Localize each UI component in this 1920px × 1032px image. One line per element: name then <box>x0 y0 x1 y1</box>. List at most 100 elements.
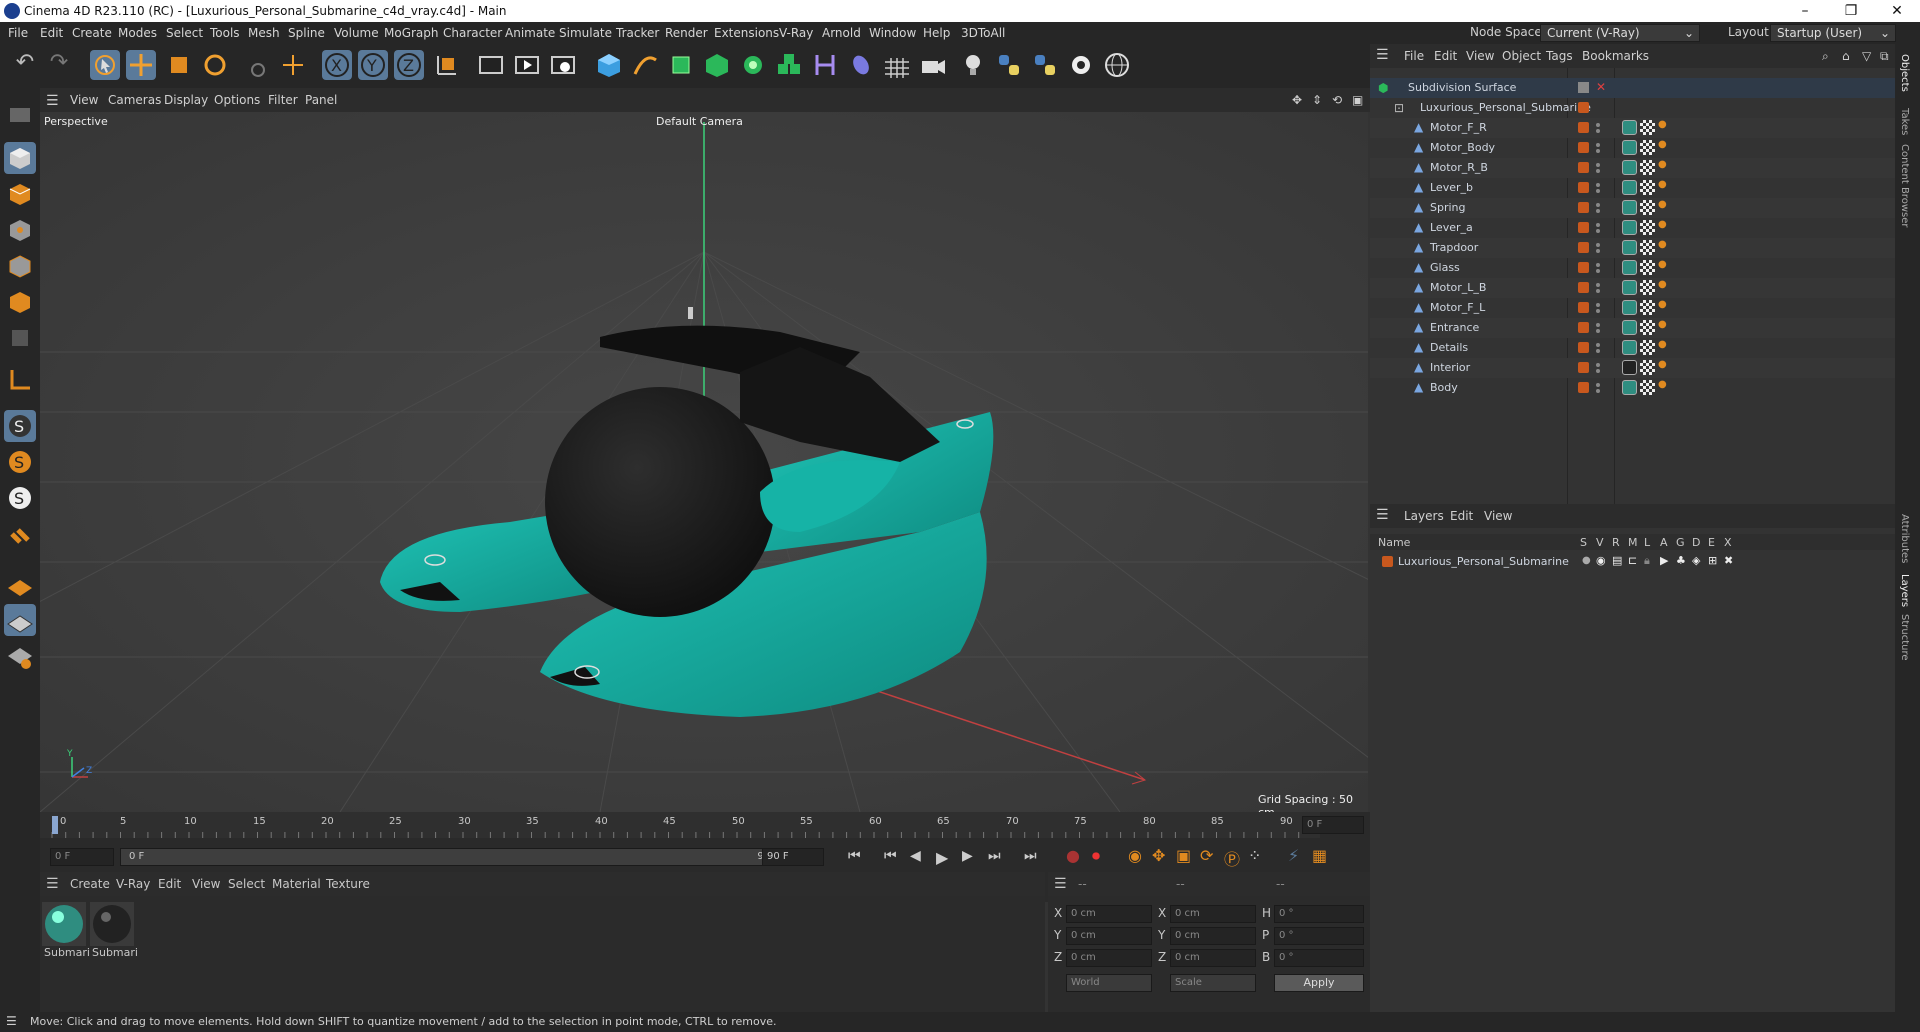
layer-color-swatch[interactable] <box>1578 282 1589 293</box>
hamburger-icon[interactable]: ☰ <box>6 1014 17 1028</box>
editor-visibility-dot[interactable] <box>1596 383 1600 387</box>
rotation-p-field[interactable]: 0 ° <box>1274 927 1364 945</box>
selection-tag-icon[interactable]: ● <box>1658 159 1667 170</box>
material-tag-icon[interactable] <box>1622 180 1637 195</box>
menu-simulate[interactable]: Simulate <box>559 26 612 40</box>
object-row-group[interactable]: ⊡ Luxurious_Personal_Submarine <box>1370 98 1895 118</box>
mat-menu-edit[interactable]: Edit <box>158 877 181 891</box>
solo-icon[interactable]: ● <box>1582 555 1591 566</box>
uvw-tag-icon[interactable] <box>1640 300 1655 315</box>
selection-tag-icon[interactable]: ● <box>1658 199 1667 210</box>
filter-icon[interactable]: ▽ <box>1862 49 1871 63</box>
camera-icon[interactable] <box>918 50 948 80</box>
key-param-icon[interactable]: Ⓟ <box>1224 846 1240 870</box>
menu-vray[interactable]: V-Ray <box>779 26 813 40</box>
render-visibility-dot[interactable] <box>1596 249 1600 253</box>
layer-color-swatch[interactable] <box>1578 322 1589 333</box>
render-settings-icon[interactable] <box>548 50 578 80</box>
polygons-mode-icon[interactable] <box>4 286 36 318</box>
layer-color-swatch[interactable] <box>1578 182 1589 193</box>
menu-3dtoall[interactable]: 3DToAll <box>961 26 1005 40</box>
editor-visibility-dot[interactable] <box>1596 183 1600 187</box>
obj-menu-edit[interactable]: Edit <box>1434 49 1457 63</box>
maximize-view-icon[interactable]: ▣ <box>1352 93 1363 107</box>
vp-menu-display[interactable]: Display <box>164 93 208 107</box>
selection-tag-icon[interactable]: ● <box>1658 299 1667 310</box>
render-visibility-dot[interactable] <box>1596 369 1600 373</box>
hamburger-icon[interactable]: ☰ <box>1054 876 1067 892</box>
menu-tools[interactable]: Tools <box>210 26 240 40</box>
layer-color-swatch[interactable] <box>1578 102 1589 113</box>
start-frame-field[interactable]: 0 F <box>50 848 114 866</box>
visible-eye-icon[interactable]: ◉ <box>1596 554 1606 567</box>
obj-menu-tags[interactable]: Tags <box>1546 49 1573 63</box>
render-picture-viewer-icon[interactable] <box>512 50 542 80</box>
layer-color-swatch[interactable] <box>1382 556 1393 567</box>
zoom-view-icon[interactable]: ⇕ <box>1312 93 1322 107</box>
material-tag-icon[interactable] <box>1622 160 1637 175</box>
minimize-icon[interactable]: – <box>1782 0 1828 22</box>
material-tag-icon[interactable] <box>1622 200 1637 215</box>
editor-visibility-dot[interactable] <box>1596 343 1600 347</box>
key-pla-icon[interactable]: ⁘ <box>1248 846 1261 865</box>
menu-file[interactable]: File <box>8 26 28 40</box>
selection-tag-icon[interactable]: ● <box>1658 319 1667 330</box>
selection-tag-icon[interactable]: ● <box>1658 339 1667 350</box>
uvw-tag-icon[interactable] <box>1640 120 1655 135</box>
editor-visibility-dot[interactable] <box>1596 303 1600 307</box>
world-dropdown[interactable]: World <box>1066 974 1152 992</box>
layer-color-swatch[interactable] <box>1578 302 1589 313</box>
next-key-icon[interactable]: ⏭ <box>988 848 1001 864</box>
cloner-icon[interactable] <box>738 50 768 80</box>
material-tag-icon[interactable] <box>1622 280 1637 295</box>
object-row[interactable]: ▲ Entrance ● <box>1370 318 1895 338</box>
editor-visibility-dot[interactable] <box>1596 203 1600 207</box>
obj-menu-view[interactable]: View <box>1466 49 1494 63</box>
animation-icon[interactable]: ▶ <box>1660 554 1668 567</box>
scale-tool-icon[interactable] <box>164 50 194 80</box>
rotation-h-field[interactable]: 0 ° <box>1274 905 1364 923</box>
enabled-check-icon[interactable] <box>1578 82 1589 93</box>
uvw-tag-icon[interactable] <box>1640 160 1655 175</box>
object-row[interactable]: ▲ Spring ● <box>1370 198 1895 218</box>
redo-icon[interactable]: ↷ <box>44 50 74 80</box>
record-icon[interactable]: ● <box>1066 846 1080 865</box>
layer-color-swatch[interactable] <box>1578 262 1589 273</box>
editor-visibility-dot[interactable] <box>1596 323 1600 327</box>
y-axis-lock-icon[interactable]: Y <box>358 50 388 80</box>
locked-workplane-icon[interactable] <box>4 604 36 636</box>
points-mode-icon[interactable] <box>4 214 36 246</box>
generators-icon[interactable]: ♣ <box>1676 554 1686 567</box>
render-visibility-dot[interactable] <box>1596 229 1600 233</box>
layout-dropdown[interactable]: Startup (User) ⌄ <box>1770 24 1896 42</box>
object-row[interactable]: ▲ Lever_a ● <box>1370 218 1895 238</box>
expressions-icon[interactable]: ⊞ <box>1708 554 1717 567</box>
hamburger-icon[interactable]: ☰ <box>1376 507 1389 523</box>
tab-attributes[interactable]: Attributes <box>1899 514 1910 563</box>
object-row[interactable]: ▲ Motor_F_R ● <box>1370 118 1895 138</box>
render-visibility-dot[interactable] <box>1596 309 1600 313</box>
size-y-field[interactable]: 0 cm <box>1170 927 1256 945</box>
selection-tag-icon[interactable]: ● <box>1658 279 1667 290</box>
menu-render[interactable]: Render <box>665 26 708 40</box>
material-swatch[interactable]: Submari <box>42 902 90 960</box>
size-z-field[interactable]: 0 cm <box>1170 949 1256 967</box>
menu-mesh[interactable]: Mesh <box>248 26 280 40</box>
layer-color-swatch[interactable] <box>1578 382 1589 393</box>
edges-mode-icon[interactable] <box>4 250 36 282</box>
deformers-icon[interactable]: ◈ <box>1692 554 1700 567</box>
tab-structure[interactable]: Structure <box>1899 614 1910 661</box>
3d-viewport[interactable]: Perspective Default Camera Grid Spacing … <box>40 112 1368 812</box>
object-row-root[interactable]: ⬢ Subdivision Surface ✕ <box>1370 78 1895 98</box>
editor-visibility-dot[interactable] <box>1596 283 1600 287</box>
menu-create[interactable]: Create <box>72 26 112 40</box>
material-tag-icon[interactable] <box>1622 320 1637 335</box>
obj-menu-bookmarks[interactable]: Bookmarks <box>1582 49 1649 63</box>
editor-visibility-dot[interactable] <box>1596 123 1600 127</box>
selection-tag-icon[interactable]: ● <box>1658 139 1667 150</box>
render-visibility-dot[interactable] <box>1596 169 1600 173</box>
layer-color-swatch[interactable] <box>1578 242 1589 253</box>
current-frame-field[interactable]: 0 F <box>1302 816 1364 834</box>
render-visibility-dot[interactable] <box>1596 289 1600 293</box>
object-row[interactable]: ▲ Motor_Body ● <box>1370 138 1895 158</box>
